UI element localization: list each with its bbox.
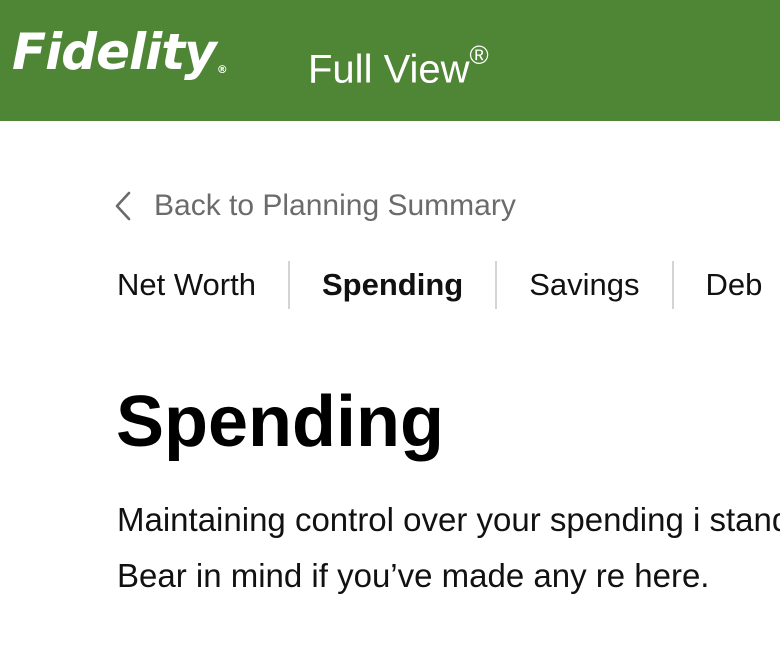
intro-paragraph: Maintaining control over your spending i… [117, 501, 780, 594]
app-header: Fidelity® Full View® [0, 0, 780, 121]
product-name: Full View® [308, 34, 489, 94]
tab-net-worth[interactable]: Net Worth [117, 267, 256, 303]
product-label: Full View [308, 47, 470, 92]
back-link-label: Back to Planning Summary [154, 189, 516, 222]
brand-name: Fidelity [12, 23, 217, 81]
planning-tabs: Net Worth Spending Savings Deb [117, 260, 762, 310]
chevron-left-icon [115, 191, 131, 221]
tab-debt[interactable]: Deb [706, 267, 763, 303]
tab-divider [671, 261, 674, 309]
fidelity-logo[interactable]: Fidelity® [12, 20, 228, 98]
tab-divider [495, 261, 498, 309]
tab-savings[interactable]: Savings [529, 267, 639, 303]
back-to-planning-summary-link[interactable]: Back to Planning Summary [114, 186, 516, 226]
registered-mark: ® [469, 40, 489, 70]
registered-mark: ® [216, 63, 228, 76]
tab-divider [287, 261, 290, 309]
tab-spending[interactable]: Spending [322, 267, 463, 303]
page-title: Spending [116, 382, 444, 462]
